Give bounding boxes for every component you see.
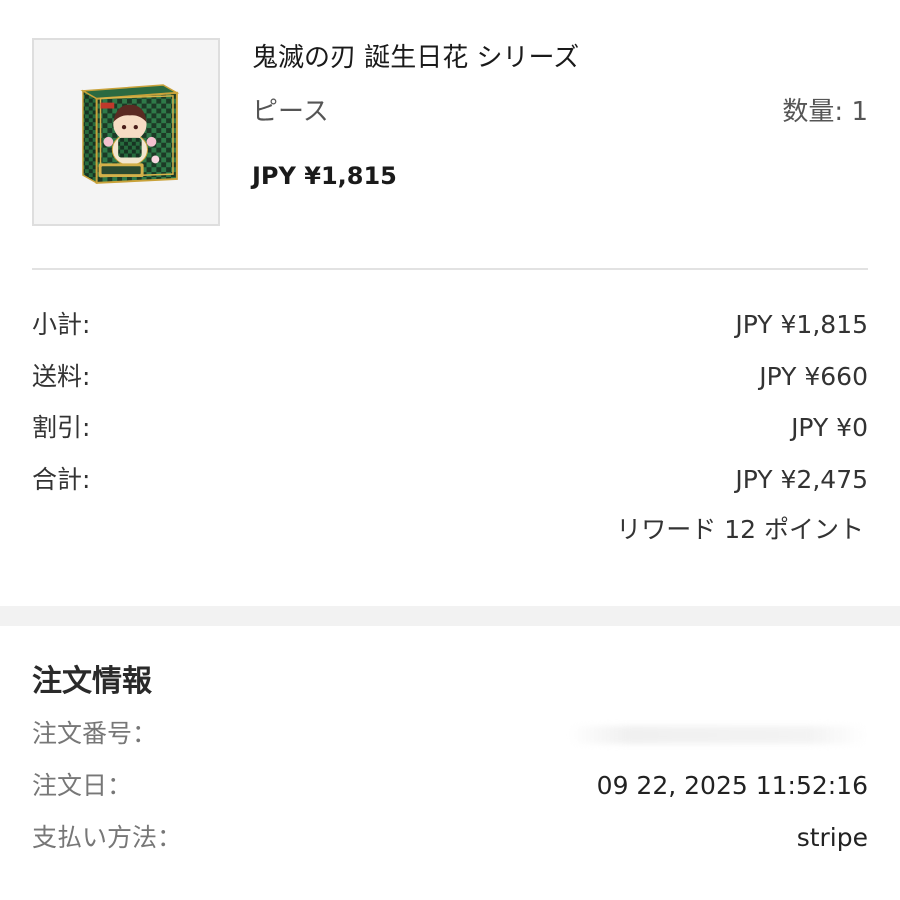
order-date-label: 注文日： xyxy=(32,771,133,800)
product-image[interactable] xyxy=(32,38,220,226)
shipping-row: 送料: JPY ¥660 xyxy=(32,359,868,395)
payment-method-row: 支払い方法： stripe xyxy=(32,820,868,856)
product-quantity: 数量: 1 xyxy=(782,97,868,127)
product-price: JPY ¥1,815 xyxy=(252,162,397,190)
order-detail-page: 鬼滅の刃 誕生日花 シリーズ ピース 数量: 1 JPY ¥1,815 小計: … xyxy=(0,0,900,900)
order-number-row: 注文番号： xyxy=(32,716,868,752)
order-number-label: 注文番号： xyxy=(32,719,158,748)
product-box-image xyxy=(80,84,180,185)
shipping-value: JPY ¥660 xyxy=(759,362,868,391)
subtotal-value: JPY ¥1,815 xyxy=(735,310,868,339)
subtotal-row: 小計: JPY ¥1,815 xyxy=(32,307,868,343)
order-date-row: 注文日： 09 22, 2025 11:52:16 xyxy=(32,768,868,804)
section-separator xyxy=(0,606,900,626)
reward-points: リワード 12 ポイント xyxy=(616,515,864,544)
payment-method-label: 支払い方法： xyxy=(32,823,183,852)
subtotal-label: 小計: xyxy=(32,310,91,339)
total-value: JPY ¥2,475 xyxy=(735,465,868,494)
divider xyxy=(32,268,868,270)
order-date-value: 09 22, 2025 11:52:16 xyxy=(596,771,868,800)
total-label: 合計: xyxy=(32,465,91,494)
product-variant: ピース xyxy=(252,97,329,127)
product-name[interactable]: 鬼滅の刃 誕生日花 シリーズ xyxy=(252,40,579,76)
discount-row: 割引: JPY ¥0 xyxy=(32,410,868,446)
order-number-redacted xyxy=(568,726,868,744)
shipping-label: 送料: xyxy=(32,362,91,391)
total-row: 合計: JPY ¥2,475 xyxy=(32,462,868,498)
discount-value: JPY ¥0 xyxy=(791,413,868,442)
payment-method-value: stripe xyxy=(796,823,868,852)
order-info-heading: 注文情報 xyxy=(32,664,152,699)
discount-label: 割引: xyxy=(32,413,91,442)
